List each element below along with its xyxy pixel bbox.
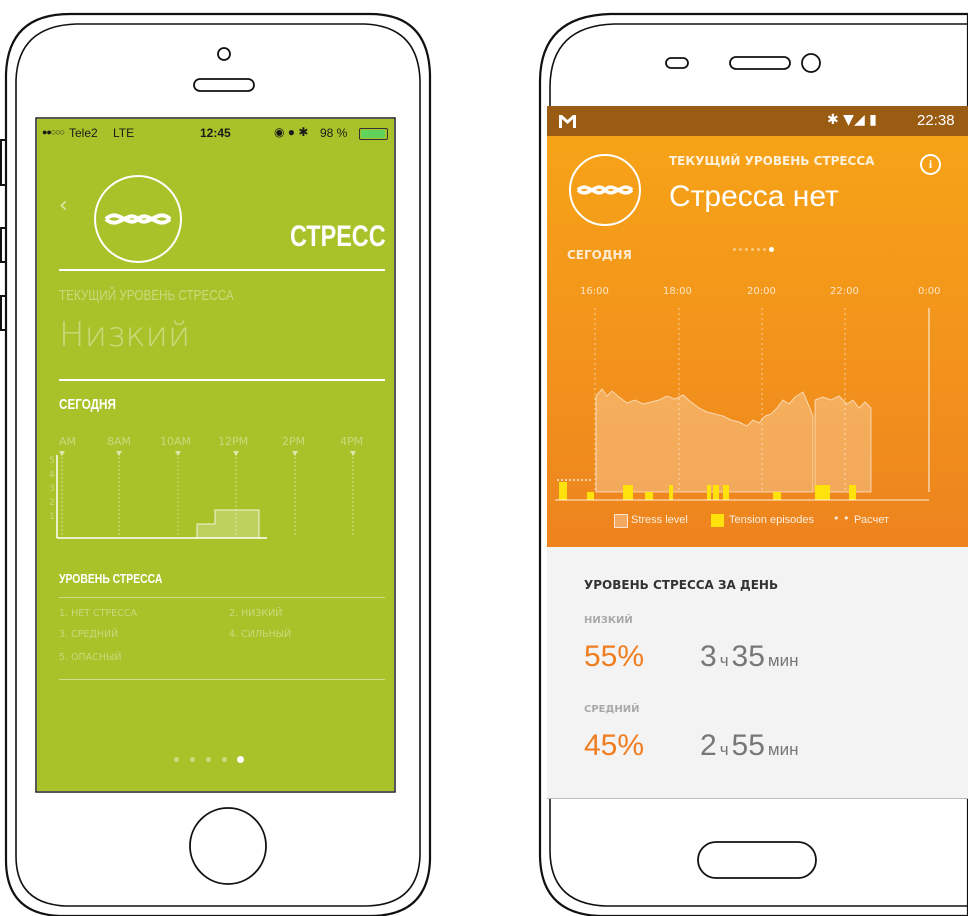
title-divider [59, 269, 385, 271]
minutes-value: 35 [731, 640, 765, 673]
android-screen-bottom-edge [547, 798, 968, 799]
level-percent-low: 55% [584, 640, 645, 673]
level-duration-low: 3 ч 35 мин [700, 640, 799, 674]
status-icons: ✱ ▼◢ ▮ [827, 112, 877, 128]
ios-battery-percent: 98 % [320, 126, 348, 140]
page-dot-5-active[interactable] [237, 756, 244, 763]
legend-calculation: Расчет [854, 514, 889, 526]
legend-item-1: 1. НЕТ СТРЕССА [59, 608, 137, 619]
legend-title: УРОВЕНЬ СТРЕССА [59, 571, 163, 586]
stress-logo-icon [94, 175, 182, 263]
legend-stress-swatch [614, 514, 628, 528]
legend-divider-bottom [59, 679, 385, 680]
page-dot[interactable] [757, 248, 760, 251]
level-percent-medium: 45% [584, 729, 645, 762]
minutes-unit: мин [767, 651, 799, 670]
page-dot[interactable] [733, 248, 736, 251]
day-summary-title: УРОВЕНЬ СТРЕССА ЗА ДЕНЬ [584, 578, 779, 592]
android-stress-screen: ✱ ▼◢ ▮ 22:38 ТЕКУЩИЙ УРОВЕНЬ СТРЕССА Стр… [547, 106, 968, 798]
legend-item-3: 3. СРЕДНИЙ [59, 629, 119, 640]
level-duration-medium: 2 ч 55 мин [700, 729, 799, 763]
level-name-medium: СРЕДНИЙ [584, 704, 640, 715]
stress-logo-icon [569, 154, 641, 226]
legend-calculation-dots: • • [833, 512, 850, 525]
legend-tension-swatch [711, 514, 724, 527]
page-dot-3[interactable] [206, 757, 211, 762]
legend-tension-episodes: Tension episodes [729, 514, 815, 526]
hours-value: 2 [700, 729, 717, 762]
ios-stress-screen: ●●○○○ Tele2 LTE 12:45 ◉ ● ✱ 98 % ‹ СТРЕС… [37, 119, 394, 791]
gmail-icon [559, 115, 576, 128]
ios-network: LTE [113, 126, 135, 140]
ios-chart-plot [56, 451, 356, 539]
legend-item-5: 5. ОПАСНЫЙ [59, 652, 122, 663]
android-page-dots [733, 247, 793, 253]
ios-carrier: Tele2 [69, 126, 98, 140]
ios-signal-icon: ●●○○○ [42, 127, 65, 137]
ios-clock: 12:45 [200, 126, 231, 140]
hours-unit: ч [719, 651, 729, 670]
legend-item-4: 4. СИЛЬНЫЙ [229, 629, 292, 640]
page-dot[interactable] [751, 248, 754, 251]
current-level-label: ТЕКУЩИЙ УРОВЕНЬ СТРЕССА [59, 287, 234, 304]
current-level-value: Низкий [59, 315, 191, 355]
page-dot[interactable] [739, 248, 742, 251]
today-label: СЕГОДНЯ [567, 248, 632, 262]
page-dot-active[interactable] [769, 247, 774, 252]
page-dot[interactable] [745, 248, 748, 251]
battery-icon [359, 128, 388, 140]
legend-stress-level: Stress level [631, 514, 688, 526]
page-dot[interactable] [763, 248, 766, 251]
day-summary-card: УРОВЕНЬ СТРЕССА ЗА ДЕНЬ НИЗКИЙ 55% 3 ч 35 м… [547, 547, 968, 798]
header-value: Стресса нет [669, 180, 839, 213]
header-label: ТЕКУЩИЙ УРОВЕНЬ СТРЕССА [669, 154, 875, 168]
minutes-unit: мин [767, 740, 799, 759]
page-dot-4[interactable] [222, 757, 227, 762]
info-icon[interactable]: i [920, 154, 941, 175]
android-clock: 22:38 [917, 112, 955, 129]
level-divider [59, 379, 385, 381]
minutes-value: 55 [731, 729, 765, 762]
ios-status-icons: ◉ ● ✱ [274, 125, 309, 139]
hours-value: 3 [700, 640, 717, 673]
today-label: СЕГОДНЯ [59, 396, 116, 413]
android-stress-chart [555, 308, 930, 501]
android-status-bar: ✱ ▼◢ ▮ 22:38 [547, 106, 968, 136]
legend-item-2: 2. НИЗКИЙ [229, 608, 283, 619]
page-dot-2[interactable] [190, 757, 195, 762]
page-dot-1[interactable] [174, 757, 179, 762]
level-name-low: НИЗКИЙ [584, 615, 633, 626]
ios-stress-chart: AM 8AM 10AM 12PM 2PM 4PM 5 4 3 2 1 [37, 429, 394, 549]
legend-divider-top [59, 597, 385, 598]
screen-title: СТРЕСС [290, 220, 386, 253]
back-chevron-icon[interactable]: ‹ [59, 193, 68, 218]
hours-unit: ч [719, 740, 729, 759]
